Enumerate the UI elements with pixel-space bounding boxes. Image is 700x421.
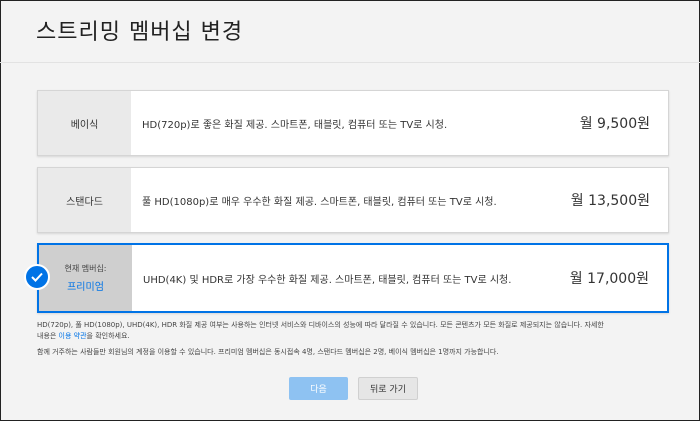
plan-price: 월 9,500원 — [579, 116, 650, 132]
plan-name: 프리미엄 — [67, 282, 104, 293]
plan-price: 월 17,000원 — [569, 271, 649, 287]
fine-print-quality: HD(720p), 풀 HD(1080p), UHD(4K), HDR 화질 제… — [37, 320, 667, 342]
plan-name: 베이식 — [70, 119, 99, 131]
plan-name-cell: 베이식 — [38, 91, 131, 155]
fine-print-text: 내용은 — [37, 332, 59, 340]
plan-name-cell: 현재 멤버십: 프리미엄 — [39, 245, 132, 311]
plan-description: 풀 HD(1080p)로 매우 우수한 화질 제공. 스마트폰, 태블릿, 컴퓨… — [142, 196, 497, 208]
plan-description: UHD(4K) 및 HDR로 가장 우수한 화질 제공. 스마트폰, 태블릿, … — [143, 274, 512, 286]
plan-card-premium[interactable]: 현재 멤버십: 프리미엄 UHD(4K) 및 HDR로 가장 우수한 화질 제공… — [37, 243, 669, 313]
fine-print-sharing: 함께 거주하는 사람들만 회원님의 계정을 이용할 수 있습니다. 프리미엄 멤… — [37, 348, 499, 356]
plan-description: HD(720p)로 좋은 화질 제공. 스마트폰, 태블릿, 컴퓨터 또는 TV… — [142, 119, 448, 131]
next-button[interactable]: 다음 — [289, 377, 348, 400]
page-title: 스트리밍 멤버십 변경 — [36, 20, 244, 45]
plan-name-cell: 스탠다드 — [38, 168, 131, 232]
back-button[interactable]: 뒤로 가기 — [358, 377, 418, 400]
plan-card-basic[interactable]: 베이식 HD(720p)로 좋은 화질 제공. 스마트폰, 태블릿, 컴퓨터 또… — [37, 90, 669, 156]
plan-price: 월 13,500원 — [570, 193, 650, 209]
current-membership-label: 현재 멤버십: — [64, 264, 107, 273]
fine-print-line: HD(720p), 풀 HD(1080p), UHD(4K), HDR 화질 제… — [37, 321, 604, 329]
header-divider — [0, 62, 700, 63]
fine-print-text: 을 확인하세요. — [86, 332, 130, 340]
plan-name: 스탠다드 — [66, 196, 103, 208]
plan-card-standard[interactable]: 스탠다드 풀 HD(1080p)로 매우 우수한 화질 제공. 스마트폰, 태블… — [37, 167, 669, 233]
terms-link[interactable]: 이용 약관 — [59, 332, 87, 340]
selected-check-icon — [24, 264, 50, 290]
fine-print-line: 내용은 이용 약관을 확인하세요. — [37, 331, 667, 342]
